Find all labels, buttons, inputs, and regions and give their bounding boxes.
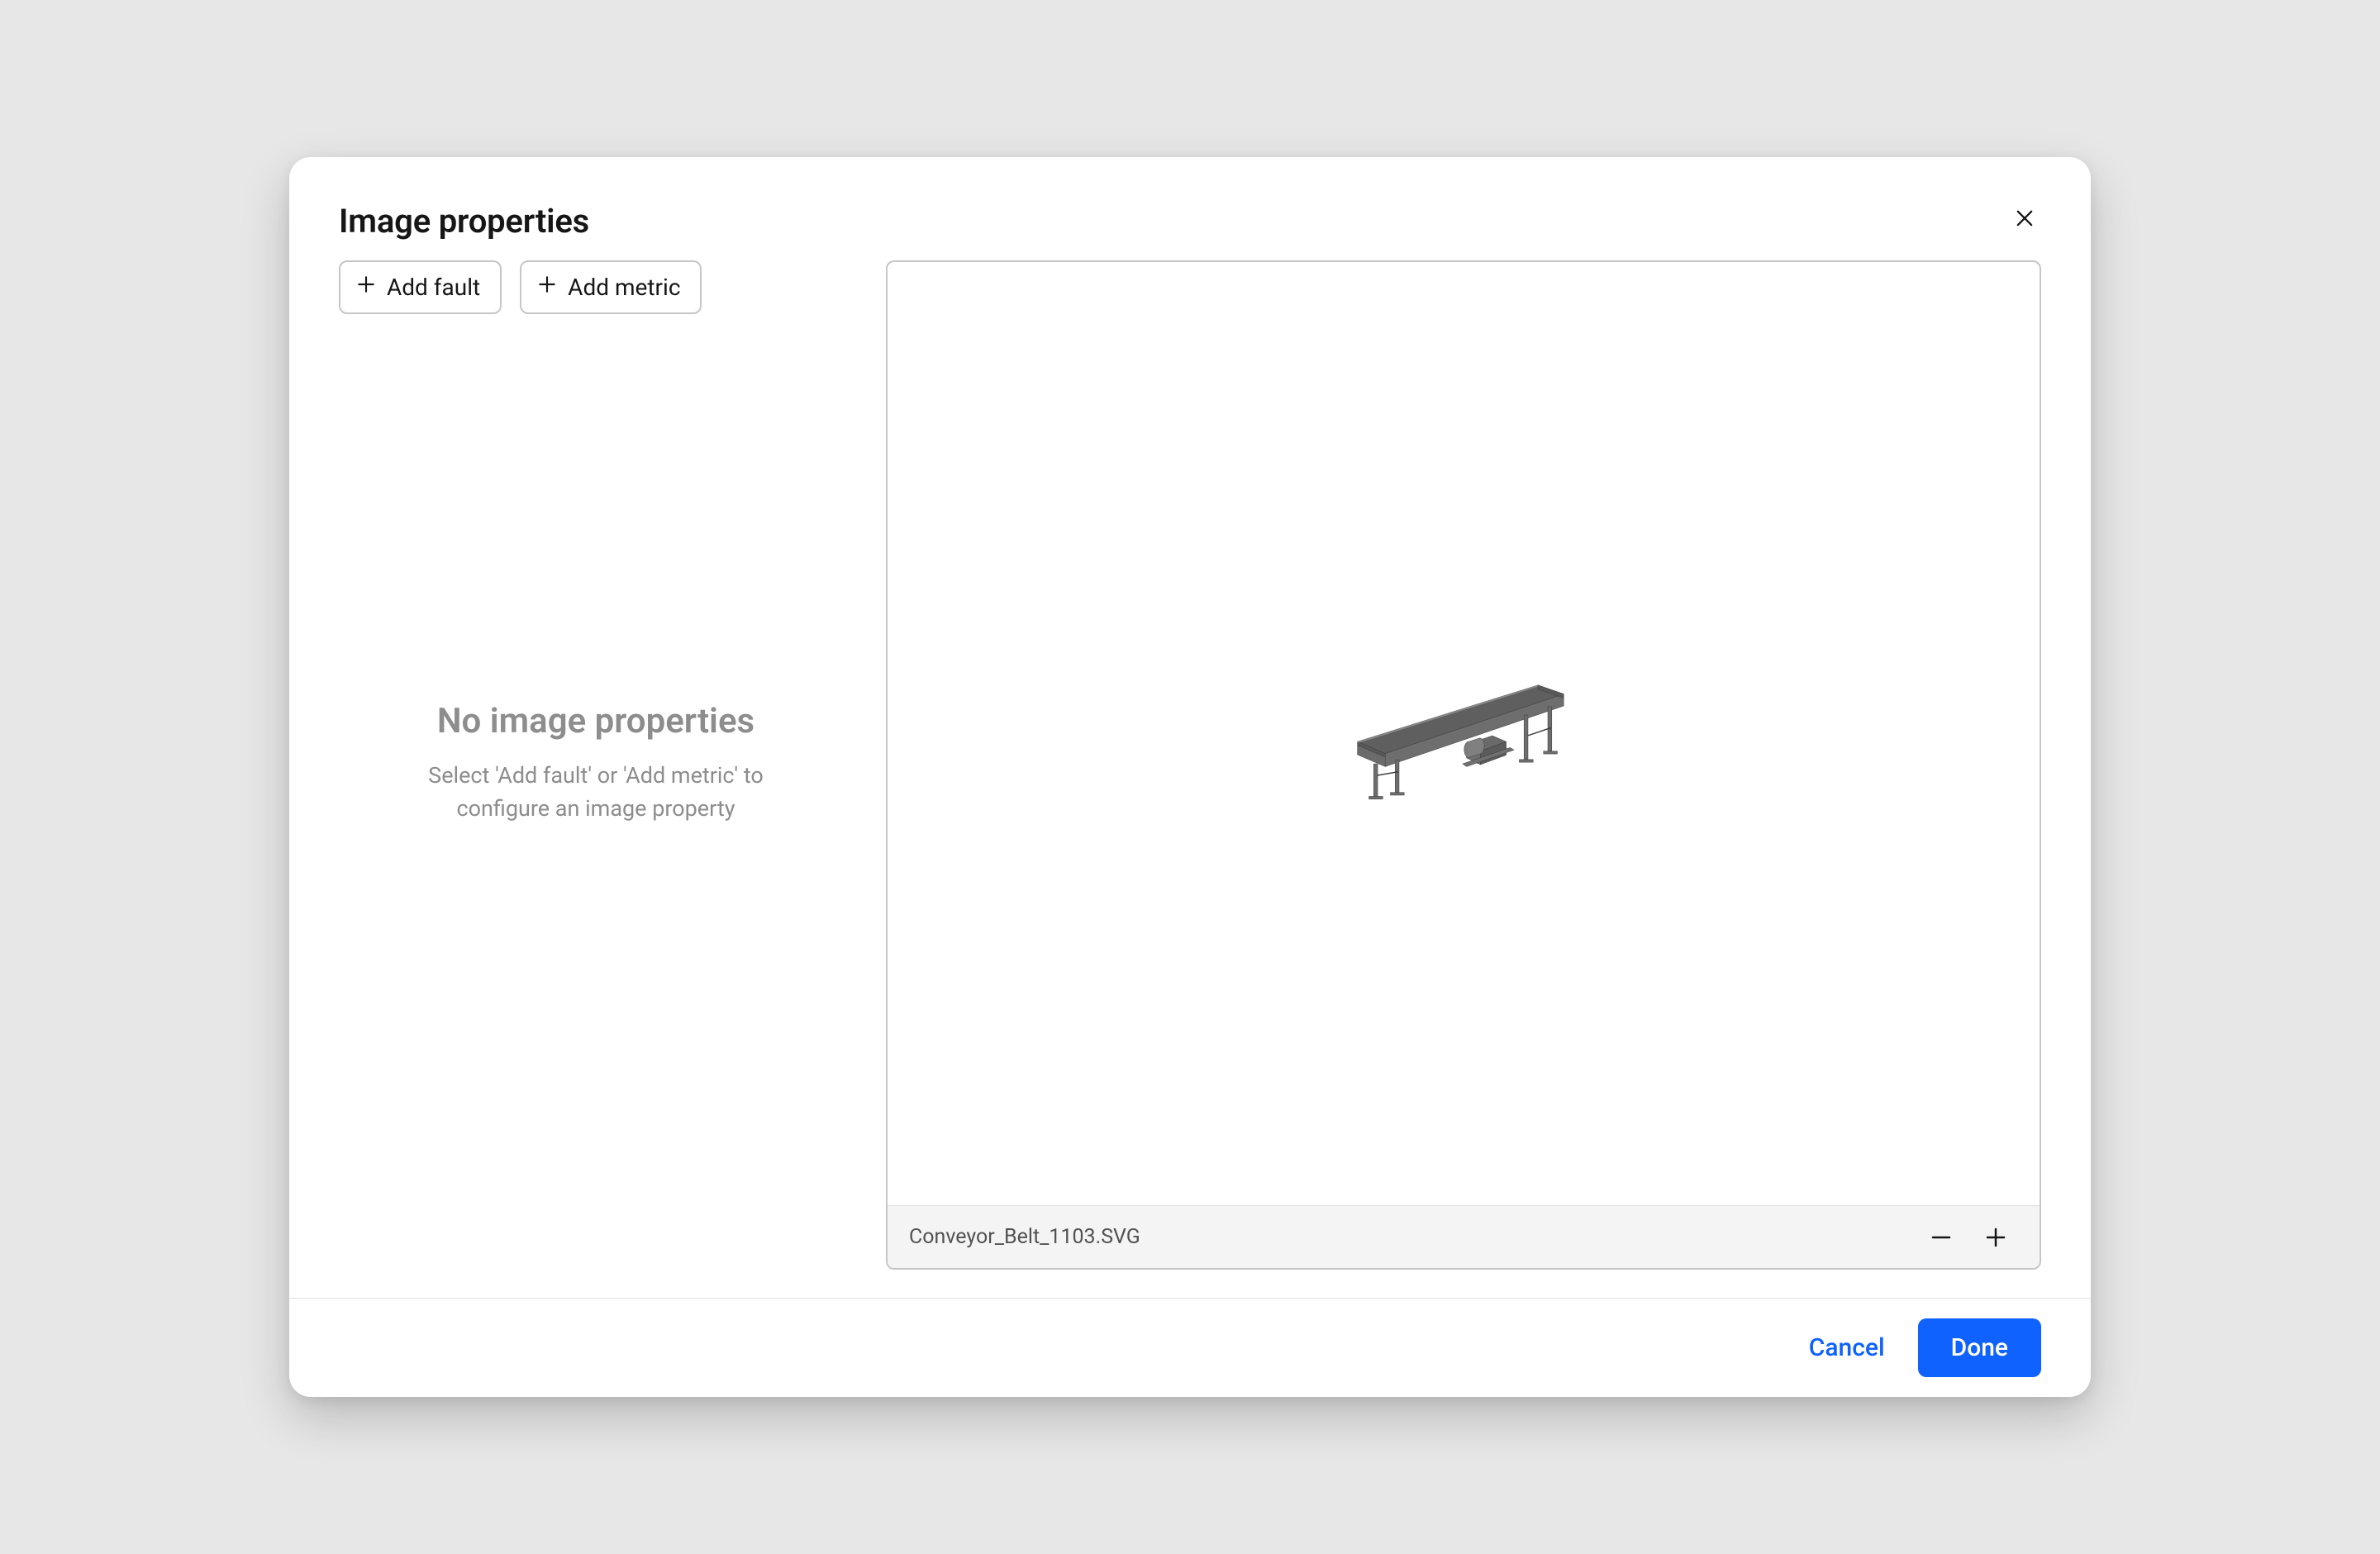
done-button[interactable]: Done <box>1918 1318 2041 1377</box>
plus-icon <box>536 274 558 301</box>
add-fault-label: Add fault <box>387 274 480 301</box>
dialog-footer: Cancel Done <box>289 1298 2091 1397</box>
conveyor-belt-illustration <box>1340 656 1587 810</box>
image-preview-panel: Conveyor_Belt_1103.SVG <box>886 260 2041 1270</box>
minus-icon <box>1929 1240 1954 1252</box>
zoom-in-button[interactable] <box>1973 1215 2018 1260</box>
add-metric-button[interactable]: Add metric <box>520 260 702 314</box>
dialog-body: Add fault Add metric No image properties… <box>289 260 2091 1298</box>
empty-state-subtitle: Select 'Add fault' or 'Add metric' to co… <box>397 760 794 824</box>
cancel-button[interactable]: Cancel <box>1783 1318 1911 1377</box>
close-icon <box>2013 220 2036 232</box>
add-fault-button[interactable]: Add fault <box>339 260 502 314</box>
empty-state-title: No image properties <box>437 701 754 741</box>
dialog-title: Image properties <box>339 202 589 241</box>
image-canvas[interactable] <box>888 262 2040 1205</box>
close-button[interactable] <box>2008 202 2041 235</box>
empty-state: No image properties Select 'Add fault' o… <box>339 314 853 1270</box>
properties-panel: Add fault Add metric No image properties… <box>339 260 853 1270</box>
image-properties-dialog: Image properties Add fault Add <box>289 157 2091 1397</box>
plus-icon <box>1983 1240 2008 1252</box>
toolbar: Add fault Add metric <box>339 260 853 314</box>
zoom-out-button[interactable] <box>1919 1215 1963 1260</box>
add-metric-label: Add metric <box>568 274 680 301</box>
plus-icon <box>355 274 377 301</box>
preview-toolbar: Conveyor_Belt_1103.SVG <box>888 1205 2040 1268</box>
preview-filename: Conveyor_Belt_1103.SVG <box>909 1225 1909 1249</box>
dialog-header: Image properties <box>289 157 2091 260</box>
